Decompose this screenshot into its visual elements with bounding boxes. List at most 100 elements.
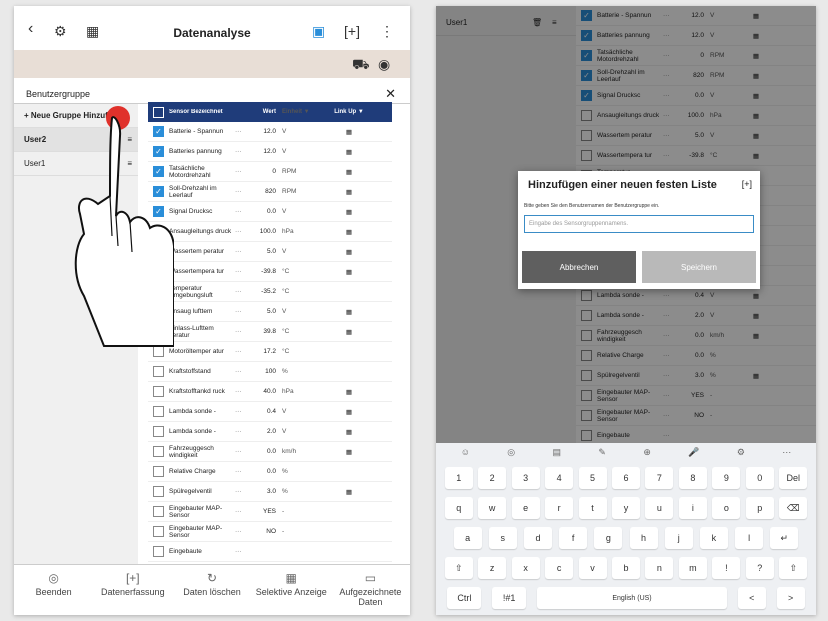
key[interactable]: ⇧ bbox=[779, 557, 808, 579]
emoji-icon[interactable]: ☺ bbox=[461, 447, 470, 463]
graph-icon[interactable]: ▦ bbox=[329, 248, 369, 256]
key[interactable]: p bbox=[745, 497, 774, 519]
key[interactable]: d bbox=[523, 527, 552, 549]
key[interactable]: b bbox=[611, 557, 640, 579]
table-row[interactable]: Lambda sonde - ··· 0.4 V ▦ bbox=[148, 402, 392, 422]
bottom-nav-record[interactable]: [+] Datenerfassung bbox=[93, 565, 172, 615]
key[interactable]: u bbox=[645, 497, 674, 519]
key[interactable]: ! bbox=[712, 557, 741, 579]
settings-icon[interactable]: ⚙ bbox=[737, 447, 745, 463]
graph-icon[interactable]: ▦ bbox=[329, 328, 369, 336]
key[interactable]: o bbox=[712, 497, 741, 519]
graph-icon[interactable]: ▦ bbox=[329, 428, 369, 436]
save-button[interactable]: Speichern bbox=[642, 251, 756, 283]
more-dots[interactable]: ··· bbox=[235, 468, 247, 475]
key[interactable]: 8 bbox=[678, 467, 707, 489]
table-row[interactable]: ✓ Soll-Drehzahl im Leerlauf ··· 820 RPM … bbox=[148, 182, 392, 202]
more-dots[interactable]: ··· bbox=[235, 268, 247, 275]
graph-icon[interactable]: ▦ bbox=[329, 448, 369, 456]
key[interactable]: t bbox=[578, 497, 607, 519]
handwriting-icon[interactable]: ✎ bbox=[598, 447, 606, 463]
more-dots[interactable]: ··· bbox=[235, 288, 247, 295]
key[interactable]: s bbox=[488, 527, 517, 549]
table-row[interactable]: Temperatur Umgebungsluft ··· -35.2 °C bbox=[148, 282, 392, 302]
key[interactable]: c bbox=[545, 557, 574, 579]
graph-icon[interactable]: ▦ bbox=[329, 148, 369, 156]
cancel-button[interactable]: Abbrechen bbox=[522, 251, 636, 283]
key[interactable]: !#1 bbox=[492, 587, 527, 609]
table-row[interactable]: Eingebauter MAP-Sensor ··· NO - bbox=[148, 522, 392, 542]
table-row[interactable]: Wassertempera tur ··· -39.8 °C ▦ bbox=[148, 262, 392, 282]
key[interactable]: 3 bbox=[511, 467, 540, 489]
table-row[interactable]: Ansaug lufttem ··· 5.0 V ▦ bbox=[148, 302, 392, 322]
mic-icon[interactable]: 🎤 bbox=[688, 447, 699, 463]
more-dots[interactable]: ··· bbox=[235, 228, 247, 235]
bottom-nav-recorded[interactable]: ▭ Aufgezeichnete Daten bbox=[331, 565, 410, 615]
graph-icon[interactable]: ▦ bbox=[329, 408, 369, 416]
graph-icon[interactable]: ▦ bbox=[329, 308, 369, 316]
more-dots[interactable]: ··· bbox=[235, 248, 247, 255]
graph-icon[interactable]: ▦ bbox=[329, 268, 369, 276]
table-row[interactable]: ✓ Batteries pannung ··· 12.0 V ▦ bbox=[148, 142, 392, 162]
key[interactable]: Ctrl bbox=[447, 587, 482, 609]
more-dots[interactable]: ··· bbox=[235, 548, 247, 555]
key[interactable]: l bbox=[735, 527, 764, 549]
bottom-nav-selective[interactable]: ▦ Selektive Anzeige bbox=[252, 565, 331, 615]
row-checkbox[interactable] bbox=[153, 366, 164, 377]
more-dots[interactable]: ··· bbox=[235, 328, 247, 335]
key[interactable]: ? bbox=[745, 557, 774, 579]
more-dots[interactable]: ··· bbox=[235, 448, 247, 455]
more-dots[interactable]: ··· bbox=[235, 188, 247, 195]
key[interactable]: 2 bbox=[478, 467, 507, 489]
table-row[interactable]: Wassertem peratur ··· 5.0 V ▦ bbox=[148, 242, 392, 262]
bottom-nav-exit[interactable]: ◎ Beenden bbox=[14, 565, 93, 615]
key[interactable]: z bbox=[478, 557, 507, 579]
row-checkbox[interactable] bbox=[153, 466, 164, 477]
table-row[interactable]: Ansaugleitungs druck ··· 100.0 hPa ▦ bbox=[148, 222, 392, 242]
more-dots[interactable]: ··· bbox=[235, 128, 247, 135]
more-dots[interactable]: ··· bbox=[235, 428, 247, 435]
key[interactable]: 5 bbox=[578, 467, 607, 489]
table-row[interactable]: Fahrzeuggesch windigkeit ··· 0.0 km/h ▦ bbox=[148, 442, 392, 462]
table-row[interactable]: Motoröltemper atur ··· 17.2 °C bbox=[148, 342, 392, 362]
table-row[interactable]: Eingebauter MAP-Sensor ··· YES - bbox=[148, 502, 392, 522]
more-dots[interactable]: ··· bbox=[235, 368, 247, 375]
key[interactable]: 6 bbox=[611, 467, 640, 489]
graph-icon[interactable]: ▦ bbox=[329, 168, 369, 176]
key[interactable]: r bbox=[545, 497, 574, 519]
screenshot-icon[interactable]: [+] bbox=[742, 179, 752, 189]
more-dots[interactable]: ··· bbox=[235, 508, 247, 515]
more-dots[interactable]: ··· bbox=[235, 408, 247, 415]
table-row[interactable]: Kraftstoffstand ··· 100 % bbox=[148, 362, 392, 382]
key[interactable]: 0 bbox=[745, 467, 774, 489]
more-dots[interactable]: ··· bbox=[235, 148, 247, 155]
table-row[interactable]: Spülregelventil ··· 3.0 % ▦ bbox=[148, 482, 392, 502]
group-name-input[interactable]: Eingabe des Sensorgruppennamens. bbox=[524, 215, 754, 233]
row-checkbox[interactable] bbox=[153, 446, 164, 457]
key[interactable]: v bbox=[578, 557, 607, 579]
table-row[interactable]: Lambda sonde - ··· 2.0 V ▦ bbox=[148, 422, 392, 442]
graph-icon[interactable]: ▦ bbox=[329, 388, 369, 396]
key[interactable]: j bbox=[664, 527, 693, 549]
row-checkbox[interactable] bbox=[153, 506, 164, 517]
row-checkbox[interactable] bbox=[153, 546, 164, 557]
key[interactable]: ↵ bbox=[770, 527, 799, 549]
key[interactable]: > bbox=[776, 587, 805, 609]
key[interactable]: a bbox=[453, 527, 482, 549]
row-checkbox[interactable] bbox=[153, 386, 164, 397]
vci-icon[interactable]: ▣ bbox=[312, 23, 325, 40]
key[interactable]: h bbox=[629, 527, 658, 549]
key[interactable]: f bbox=[559, 527, 588, 549]
row-checkbox[interactable] bbox=[153, 426, 164, 437]
header-unit[interactable]: Einheit ▼ bbox=[279, 109, 329, 115]
record-icon[interactable]: ◉ bbox=[378, 56, 390, 73]
key[interactable]: English (US) bbox=[536, 587, 727, 609]
row-checkbox[interactable] bbox=[153, 526, 164, 537]
more-dots[interactable]: ··· bbox=[235, 488, 247, 495]
key[interactable]: ⇧ bbox=[444, 557, 473, 579]
key[interactable]: w bbox=[478, 497, 507, 519]
more-icon[interactable]: ⋯ bbox=[782, 447, 791, 463]
key[interactable]: 7 bbox=[645, 467, 674, 489]
translate-icon[interactable]: ⊕ bbox=[643, 447, 651, 463]
sticker-icon[interactable]: ◎ bbox=[507, 447, 515, 463]
